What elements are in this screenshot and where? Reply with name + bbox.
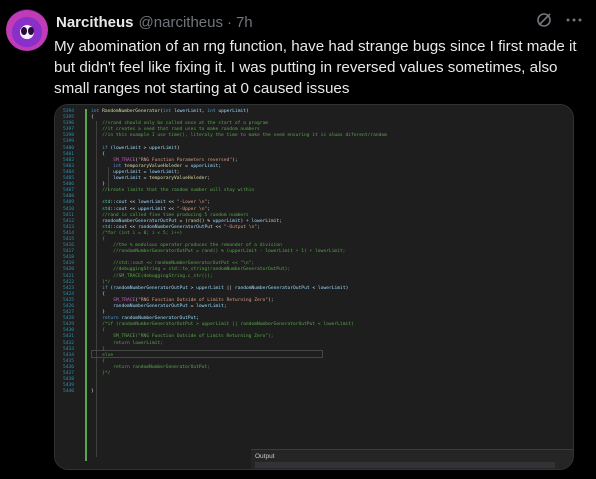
avatar-eye-left [21,27,27,35]
avatar[interactable] [6,9,48,51]
author-handle[interactable]: @narcitheus [139,14,223,31]
line-numbers: 5394 5395 5396 5397 5398 5399 5400 5401 … [63,109,75,395]
avatar-eye-right [28,27,34,35]
tweet-media-image[interactable]: 5394 5395 5396 5397 5398 5399 5400 5401 … [54,104,574,470]
more-icon[interactable] [566,17,582,23]
author-name[interactable]: Narcitheus [56,14,134,31]
code-content: int RandomNumberGenerator(int lowerLimit… [91,109,387,395]
line-number-gutter: 5394 5395 5396 5397 5398 5399 5400 5401 … [55,105,93,469]
header-actions [536,12,582,28]
separator-dot: · [226,13,232,31]
tweet-text: My abomination of an rng function, have … [54,38,577,97]
output-panel[interactable]: Output [251,449,573,469]
tweet-header: Narcitheus @narcitheus · 7h [56,10,576,34]
output-toolbar [255,462,555,468]
grok-icon[interactable] [536,12,552,28]
code-editor-screenshot: 5394 5395 5396 5397 5398 5399 5400 5401 … [55,105,573,469]
output-panel-title: Output [255,453,275,460]
tweet-time[interactable]: 7h [236,14,253,31]
change-indicator [85,109,87,461]
